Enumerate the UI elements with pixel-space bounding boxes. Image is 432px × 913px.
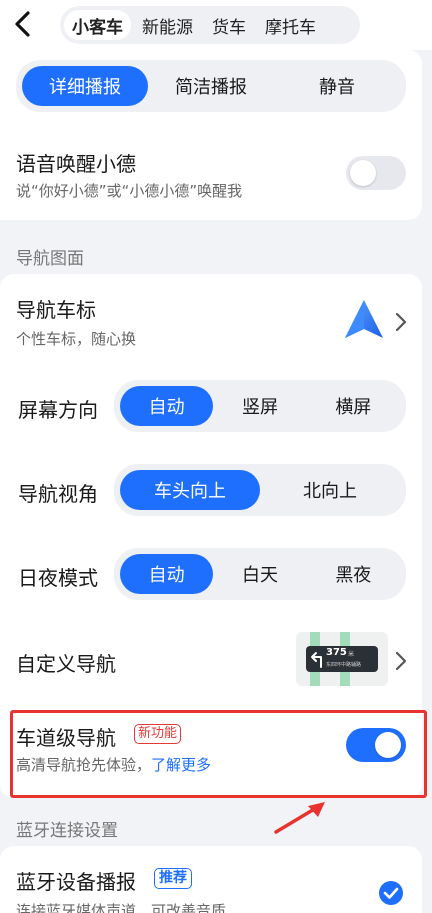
custom-nav-title: 自定义导航: [16, 652, 116, 676]
top-bar: 小客车 新能源 货车 摩托车: [0, 0, 432, 50]
back-arrow-icon[interactable]: [8, 8, 40, 40]
tab-truck[interactable]: 货车: [204, 10, 254, 40]
bluetooth-card: 蓝牙设备播报 推荐 连接蓝牙媒体声道，可改善音质: [0, 846, 422, 913]
preview-distance: 375: [326, 647, 347, 658]
nav-icon-row[interactable]: 导航车标 个性车标，随心换: [0, 274, 422, 364]
day-night-label: 日夜模式: [18, 566, 98, 590]
toggle-knob: [350, 160, 376, 186]
voice-wake-subtitle: 说“你好小德”或“小德小德”唤醒我: [16, 182, 243, 200]
broadcast-concise-option[interactable]: 简洁播报: [148, 66, 274, 106]
bluetooth-broadcast-subtitle: 连接蓝牙媒体声道，可改善音质: [16, 902, 227, 913]
view-north-up-option[interactable]: 北向上: [260, 470, 400, 510]
preview-unit: 米: [348, 651, 355, 658]
nav-icon-subtitle: 个性车标，随心换: [16, 330, 137, 348]
nav-view-label: 导航视角: [18, 482, 98, 506]
chevron-right-icon: [395, 651, 407, 671]
broadcast-card: 详细播报 简洁播报 静音 语音唤醒小德 说“你好小德”或“小德小德”唤醒我: [0, 50, 422, 220]
voice-wake-toggle[interactable]: [346, 156, 406, 190]
broadcast-detailed-option[interactable]: 详细播报: [22, 66, 148, 106]
tab-car[interactable]: 小客车: [64, 10, 131, 40]
turn-left-icon: [311, 652, 322, 668]
night-option[interactable]: 黑夜: [307, 554, 400, 594]
orientation-portrait-option[interactable]: 竖屏: [213, 386, 306, 426]
section-bluetooth: 蓝牙连接设置: [16, 821, 118, 841]
bluetooth-broadcast-title: 蓝牙设备播报: [16, 870, 136, 894]
nav-icon-title: 导航车标: [16, 298, 96, 322]
voice-wake-title: 语音唤醒小德: [16, 152, 136, 176]
pointer-arrow-icon: [274, 802, 325, 834]
nav-view-selector: 车头向上 北向上: [114, 464, 406, 516]
broadcast-mute-option[interactable]: 静音: [274, 66, 400, 106]
screen-orientation-selector: 自动 竖屏 横屏: [114, 380, 406, 432]
tab-new-energy[interactable]: 新能源: [134, 10, 201, 40]
custom-nav-preview: 375 米 东四环中路辅路: [296, 632, 388, 686]
highlight-box: [10, 710, 427, 798]
recommended-badge: 推荐: [154, 868, 192, 889]
day-night-selector: 自动 白天 黑夜: [114, 548, 406, 600]
vehicle-type-tabs: 小客车 新能源 货车 摩托车: [60, 6, 360, 44]
checkbox-checked-icon[interactable]: [378, 880, 404, 906]
broadcast-mode-selector: 详细播报 简洁播报 静音: [16, 60, 406, 112]
screen-orientation-label: 屏幕方向: [18, 398, 98, 422]
tab-motorcycle[interactable]: 摩托车: [257, 10, 324, 40]
day-option[interactable]: 白天: [213, 554, 306, 594]
section-nav-display: 导航图面: [16, 249, 84, 269]
preview-guidance-panel: 375 米 东四环中路辅路: [306, 646, 378, 672]
chevron-right-icon: [395, 312, 407, 332]
preview-road-name: 东四环中路辅路: [326, 662, 362, 668]
navigation-arrow-icon: [345, 300, 383, 338]
orientation-auto-option[interactable]: 自动: [120, 386, 214, 426]
orientation-landscape-option[interactable]: 横屏: [307, 386, 400, 426]
view-heading-up-option[interactable]: 车头向上: [120, 470, 260, 510]
day-night-auto-option[interactable]: 自动: [120, 554, 214, 594]
custom-nav-row[interactable]: 自定义导航 375 米 东四环中路辅路: [0, 620, 422, 710]
